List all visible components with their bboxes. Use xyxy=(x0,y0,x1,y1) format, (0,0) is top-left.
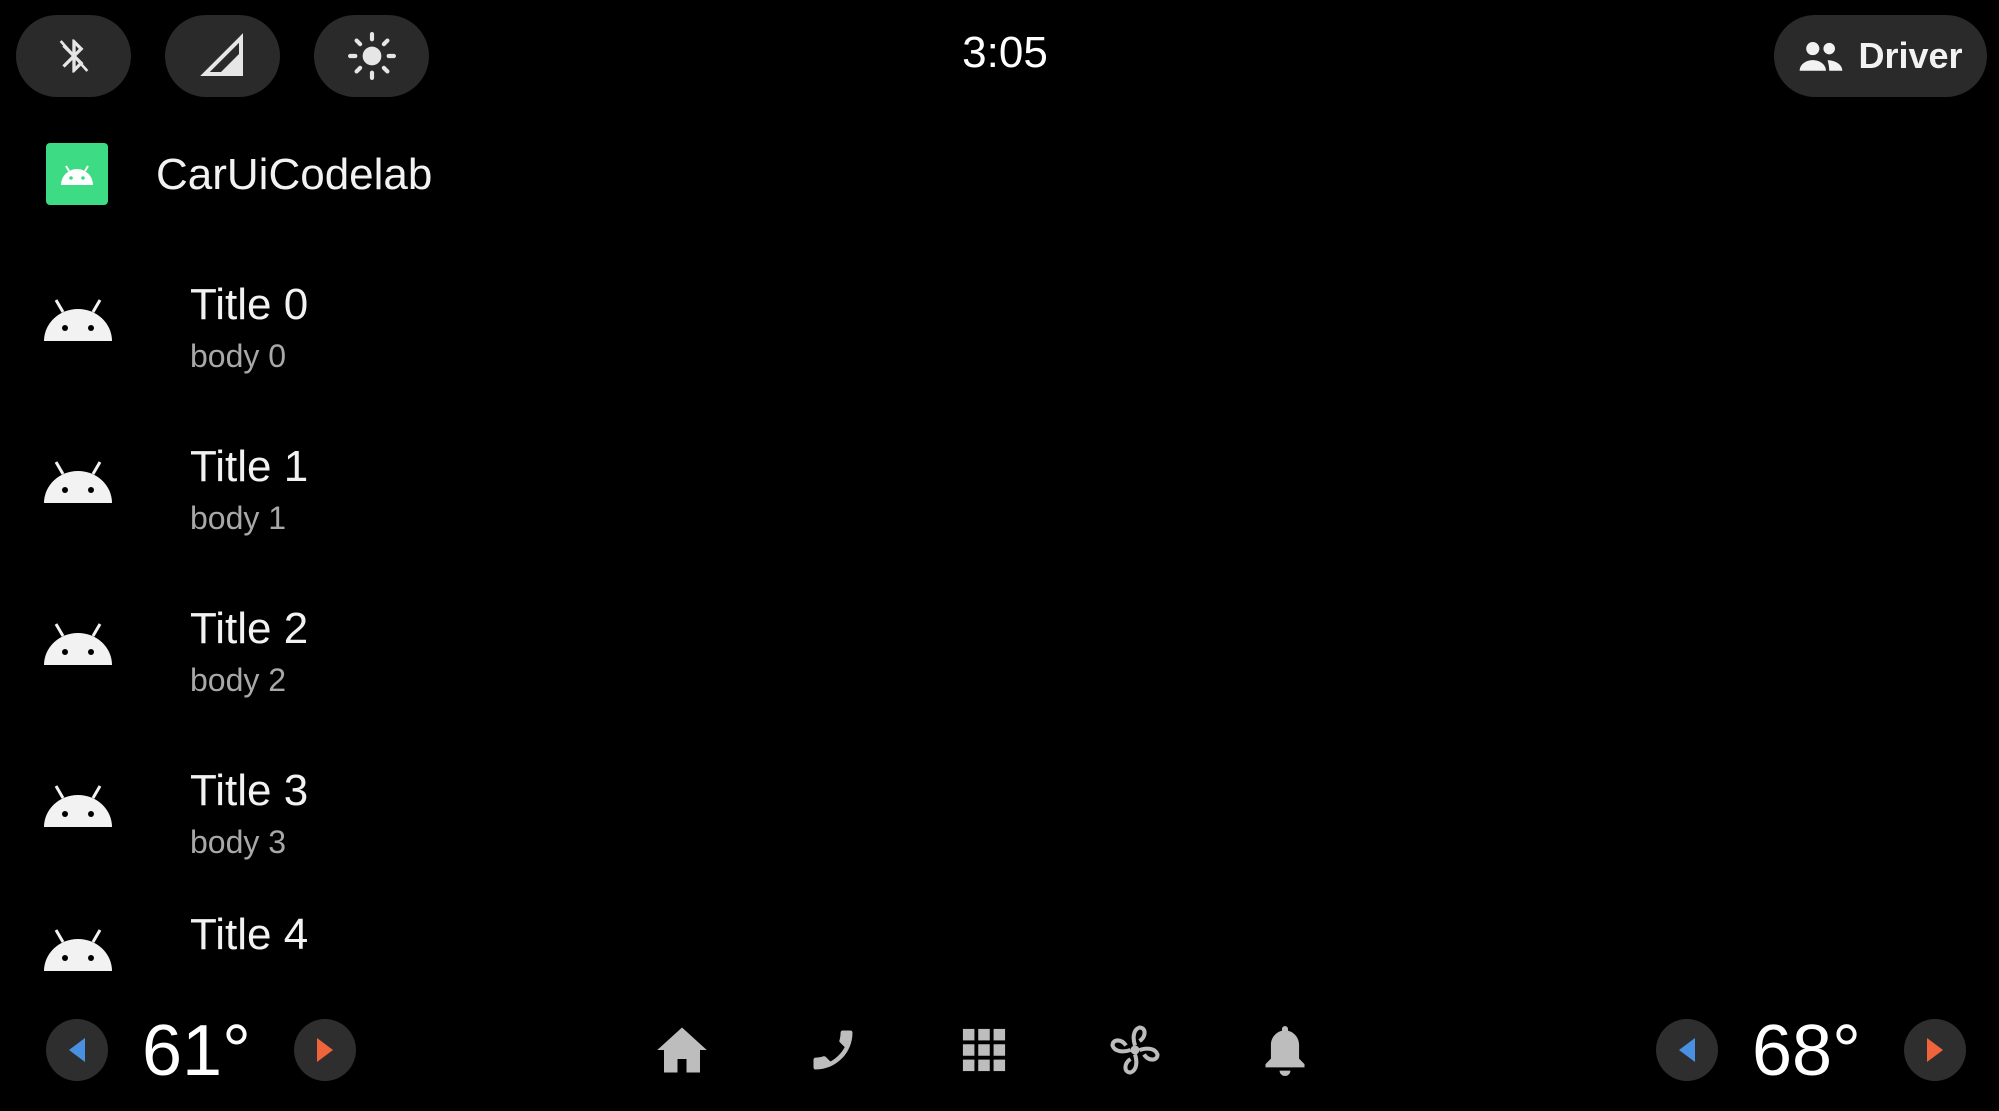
left-temp-decrease-button[interactable] xyxy=(46,1019,108,1081)
left-temp-increase-button[interactable] xyxy=(294,1019,356,1081)
android-icon xyxy=(44,623,112,665)
list-item-title: Title 2 xyxy=(190,604,309,653)
bell-icon xyxy=(1265,1026,1305,1076)
list-item-title: Title 1 xyxy=(190,442,309,491)
apps-grid-icon xyxy=(962,1028,1006,1072)
left-temperature: 61° xyxy=(142,1011,251,1091)
brightness-button[interactable] xyxy=(314,15,429,97)
app-launcher-button[interactable] xyxy=(954,1020,1014,1080)
hvac-fan-button[interactable] xyxy=(1105,1020,1165,1080)
list-item-body: body 1 xyxy=(190,500,287,536)
right-temp-increase-button[interactable] xyxy=(1904,1019,1966,1081)
android-icon xyxy=(44,929,112,971)
arrow-right-icon xyxy=(1927,1038,1943,1062)
list-item-body: body 0 xyxy=(190,338,287,374)
android-logo-icon xyxy=(61,165,93,185)
app-title: CarUiCodelab xyxy=(156,150,433,199)
arrow-right-icon xyxy=(317,1038,333,1062)
list-item-title: Title 3 xyxy=(190,766,309,815)
brightness-icon xyxy=(347,32,396,80)
notifications-button[interactable] xyxy=(1255,1020,1315,1080)
list-item[interactable]: Title 1 body 1 xyxy=(0,432,1999,594)
user-label: Driver xyxy=(1858,35,1963,76)
signal-icon xyxy=(199,33,243,76)
list-item[interactable]: Title 3 body 3 xyxy=(0,756,1999,918)
list-item-body: body 3 xyxy=(190,824,287,860)
list-item[interactable]: Title 2 body 2 xyxy=(0,594,1999,756)
fan-icon xyxy=(1110,1025,1160,1075)
content-list[interactable]: Title 0 body 0 Title 1 body 1 Title 2 bo… xyxy=(0,270,1999,992)
app-icon xyxy=(46,143,108,205)
home-button[interactable] xyxy=(652,1020,712,1080)
bluetooth-icon xyxy=(59,39,88,73)
list-item-title: Title 4 xyxy=(190,910,309,959)
list-item-body: body 2 xyxy=(190,662,287,698)
phone-button[interactable] xyxy=(803,1020,863,1080)
clock: 3:05 xyxy=(962,28,1048,77)
car-screen: 3:05 Driver CarUiCodelab Title 0 body 0 … xyxy=(0,0,1999,1111)
list-item[interactable]: Title 0 body 0 xyxy=(0,270,1999,432)
phone-icon xyxy=(813,1030,853,1070)
arrow-left-icon xyxy=(69,1038,85,1062)
home-icon xyxy=(657,1027,707,1073)
bluetooth-button[interactable] xyxy=(16,15,131,97)
signal-button[interactable] xyxy=(165,15,280,97)
android-icon xyxy=(44,461,112,503)
people-icon xyxy=(1800,42,1843,71)
android-icon xyxy=(44,785,112,827)
right-temp-decrease-button[interactable] xyxy=(1656,1019,1718,1081)
android-icon xyxy=(44,299,112,341)
user-switcher-button[interactable]: Driver xyxy=(1774,15,1987,97)
list-item-title: Title 0 xyxy=(190,280,309,329)
right-temperature: 68° xyxy=(1752,1011,1861,1091)
list-item[interactable]: Title 4 xyxy=(0,900,1999,992)
arrow-left-icon xyxy=(1679,1038,1695,1062)
